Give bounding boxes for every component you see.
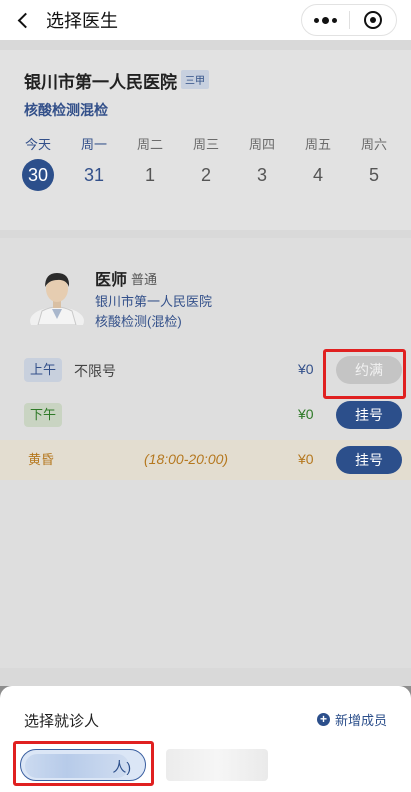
plus-circle-icon: +: [317, 713, 330, 726]
mini-program-capsule: [301, 4, 397, 36]
weekday-label: 周二: [136, 137, 163, 152]
close-mini-program-icon[interactable]: [349, 11, 396, 29]
slot-description: (18:00-20:00): [144, 451, 229, 467]
date-item-today[interactable]: 今天 30: [10, 134, 66, 192]
book-button[interactable]: 挂号: [336, 446, 402, 474]
weekday-label: 周四: [248, 137, 275, 152]
weekday-label: 周五: [304, 137, 331, 152]
date-number: 31: [83, 165, 105, 185]
date-number: 30: [22, 159, 54, 191]
doctor-avatar-icon: [30, 273, 84, 325]
slot-row-evening: 黄昏 (18:00-20:00) ¥0 挂号: [0, 440, 411, 480]
date-number: 3: [256, 165, 267, 185]
more-options-icon[interactable]: [302, 16, 349, 24]
top-nav-bar: 选择医生: [0, 0, 411, 40]
date-item-fri[interactable]: 周五 4: [290, 134, 346, 192]
page-title: 选择医生: [46, 11, 118, 31]
add-member-button[interactable]: + 新增成员: [317, 710, 387, 729]
back-arrow-icon[interactable]: [14, 11, 33, 29]
doctor-level: 普通: [131, 272, 158, 287]
slot-description: 不限号: [74, 363, 116, 379]
patient-chip-label: 人): [112, 759, 131, 775]
slot-price: ¥0: [298, 361, 314, 377]
patient-select-sheet: 选择就诊人 + 新增成员 人): [0, 686, 411, 792]
date-number: 2: [200, 165, 211, 185]
book-button[interactable]: 挂号: [336, 401, 402, 429]
date-selector: 今天 30 周一 31 周二 1 周三 2 周四 3 周五 4 周六 5: [10, 134, 402, 192]
add-member-label: 新增成员: [335, 713, 388, 728]
date-item-tue[interactable]: 周二 1: [122, 134, 178, 192]
period-tag: 上午: [24, 358, 62, 382]
slot-row-morning: 上午 不限号 ¥0 约满: [0, 350, 411, 390]
slot-price: ¥0: [298, 451, 314, 467]
slot-row-afternoon: 下午 ¥0 挂号: [0, 395, 411, 435]
sheet-title: 选择就诊人: [24, 713, 100, 730]
date-item-mon[interactable]: 周一 31: [66, 134, 122, 192]
weekday-label: 今天: [24, 137, 51, 152]
department-name: 核酸检测混检: [24, 102, 108, 118]
date-item-thu[interactable]: 周四 3: [234, 134, 290, 192]
date-number: 4: [312, 165, 323, 185]
weekday-label: 周三: [192, 137, 219, 152]
weekday-label: 周六: [360, 137, 387, 152]
hospital-card: 银川市第一人民医院 三甲 核酸检测混检 今天 30 周一 31 周二 1 周三 …: [0, 50, 411, 230]
full-button[interactable]: 约满: [336, 356, 402, 384]
slot-price: ¥0: [298, 406, 314, 422]
date-item-wed[interactable]: 周三 2: [178, 134, 234, 192]
doctor-hospital: 银川市第一人民医院: [95, 294, 213, 309]
page-content: 银川市第一人民医院 三甲 核酸检测混检 今天 30 周一 31 周二 1 周三 …: [0, 40, 411, 686]
hospital-level-badge: 三甲: [181, 70, 209, 89]
period-tag: 黄昏: [28, 452, 55, 467]
doctor-title: 医师: [95, 272, 128, 289]
doctor-card: 医师 普通 银川市第一人民医院 核酸检测(混检) 上午 不限号 ¥0 约满 下午…: [0, 238, 411, 668]
hospital-name: 银川市第一人民医院: [24, 73, 177, 92]
weekday-label: 周一: [80, 137, 107, 152]
patient-chip-selected[interactable]: 人): [20, 749, 146, 781]
date-item-sat[interactable]: 周六 5: [346, 134, 402, 192]
period-tag: 下午: [24, 403, 62, 427]
doctor-department: 核酸检测(混检): [95, 314, 182, 329]
date-number: 1: [144, 165, 155, 185]
patient-chip[interactable]: [166, 749, 268, 781]
date-number: 5: [368, 165, 379, 185]
